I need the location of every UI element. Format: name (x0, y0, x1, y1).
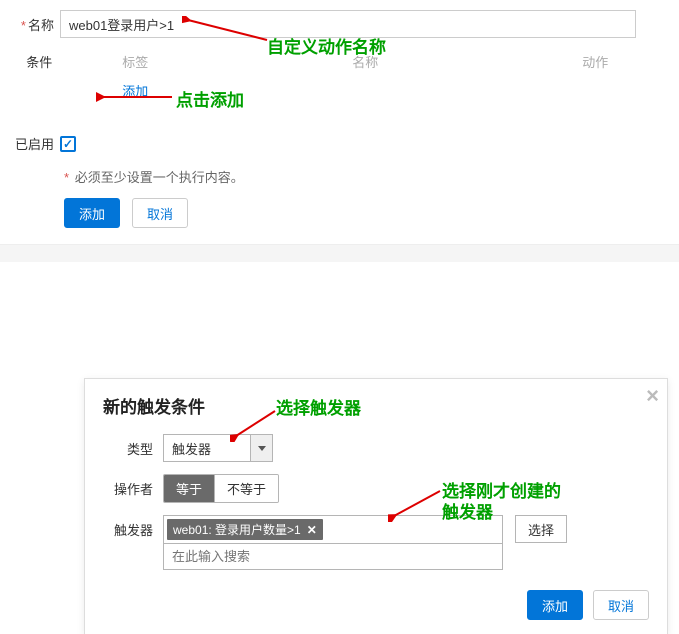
enabled-checkbox[interactable]: ✓ (60, 136, 76, 152)
trigger-label: 触发器 (103, 515, 163, 539)
chevron-down-icon[interactable] (250, 435, 272, 461)
type-select[interactable]: 触发器 (163, 434, 273, 462)
modal-cancel-button[interactable]: 取消 (593, 590, 649, 620)
choose-button[interactable]: 选择 (515, 515, 567, 543)
type-select-value: 触发器 (172, 439, 211, 458)
operator-group: 等于 不等于 (163, 474, 279, 503)
operator-neq[interactable]: 不等于 (214, 475, 278, 502)
col-action: 动作 (582, 52, 679, 71)
name-label: *名称 (0, 15, 60, 34)
trigger-tag-box[interactable]: web01: 登录用户数量>1 ✕ (163, 515, 503, 544)
add-button[interactable]: 添加 (64, 198, 120, 228)
operator-eq[interactable]: 等于 (164, 475, 214, 502)
cond-label: 条件 (0, 46, 58, 71)
warning-text: * 必须至少设置一个执行内容。 (64, 167, 679, 186)
type-label: 类型 (103, 439, 163, 458)
modal-add-button[interactable]: 添加 (527, 590, 583, 620)
new-trigger-modal: × 新的触发条件 类型 触发器 操作者 等于 不等于 触发器 web01: 登录… (84, 378, 668, 634)
modal-title: 新的触发条件 (85, 379, 667, 428)
trigger-search-input[interactable] (163, 544, 503, 570)
col-name: 名称 (352, 52, 582, 71)
col-tag: 标签 (122, 52, 352, 71)
cond-table-header: 标签 名称 动作 (122, 46, 679, 77)
cancel-button[interactable]: 取消 (132, 198, 188, 228)
close-icon[interactable]: × (646, 383, 659, 409)
name-input[interactable] (60, 10, 636, 38)
enabled-label: 已启用 (0, 134, 60, 153)
remove-tag-icon[interactable]: ✕ (307, 523, 317, 537)
add-condition-link[interactable]: 添加 (122, 77, 148, 104)
trigger-tag: web01: 登录用户数量>1 ✕ (167, 519, 323, 540)
operator-label: 操作者 (103, 479, 163, 498)
